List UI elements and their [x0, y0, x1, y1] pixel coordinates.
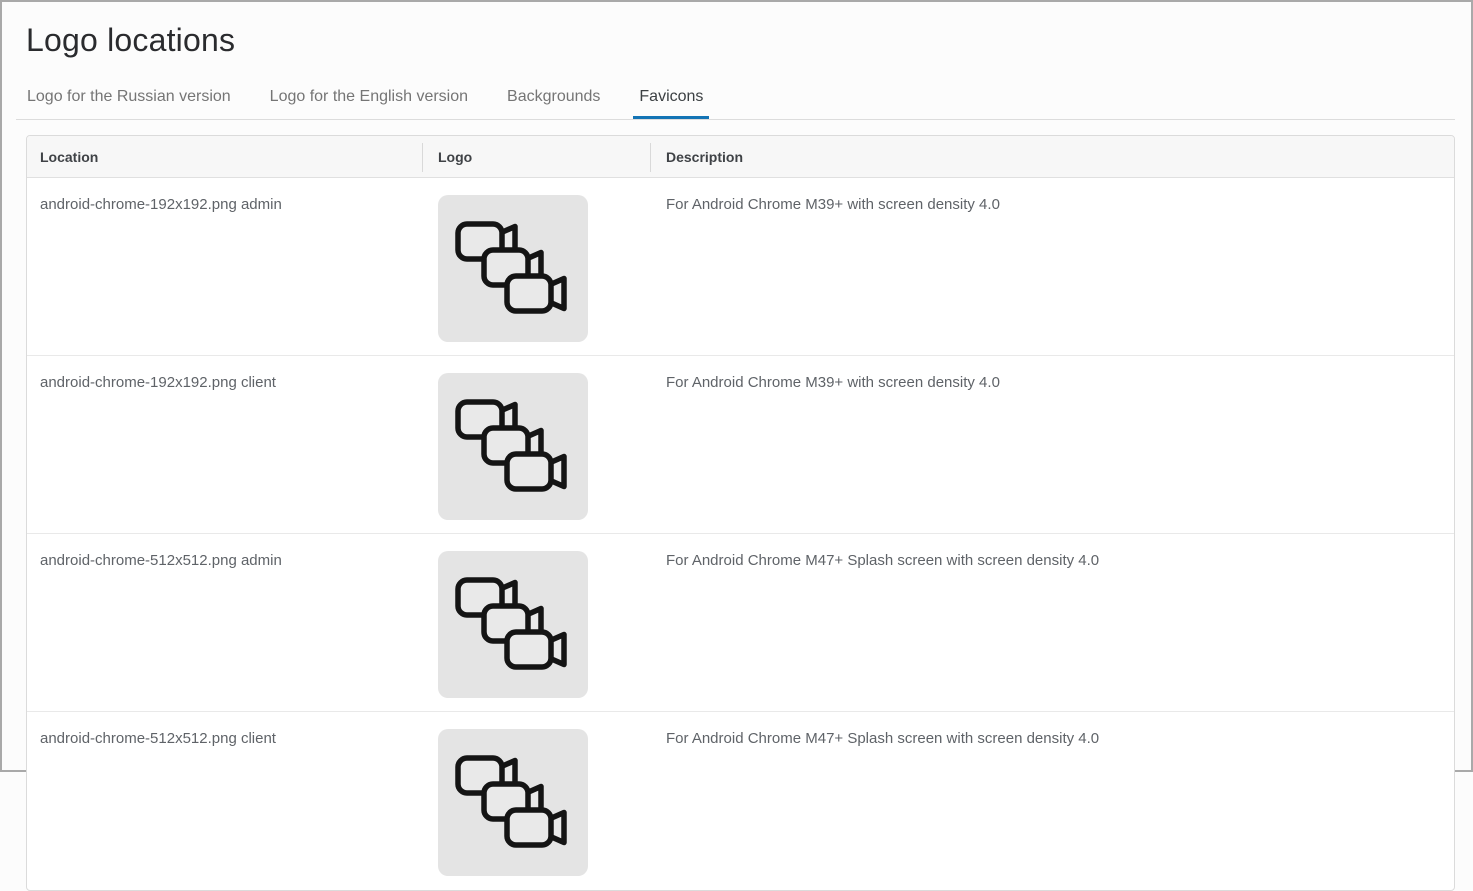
tab-logo-english-version[interactable]: Logo for the English version — [264, 87, 474, 119]
column-header-description: Description — [650, 136, 1454, 177]
tab-favicons[interactable]: Favicons — [633, 87, 709, 119]
column-header-logo: Logo — [422, 136, 650, 177]
favicons-table: Location Logo Description android-chrome… — [26, 135, 1455, 891]
logo-cell — [422, 178, 650, 355]
video-cameras-icon — [455, 221, 571, 317]
logo-cell — [422, 356, 650, 533]
description-cell: For Android Chrome M47+ Splash screen wi… — [650, 534, 1454, 711]
description-cell: For Android Chrome M39+ with screen dens… — [650, 178, 1454, 355]
description-cell: For Android Chrome M39+ with screen dens… — [650, 356, 1454, 533]
table-row: android-chrome-512x512.png client For An… — [27, 712, 1454, 890]
logo-locations-page: { "page": { "title": "Logo locations" },… — [0, 0, 1473, 772]
table-row: android-chrome-512x512.png admin For And… — [27, 534, 1454, 712]
logo-image — [438, 373, 588, 520]
description-cell: For Android Chrome M47+ Splash screen wi… — [650, 712, 1454, 890]
location-cell: android-chrome-512x512.png client — [27, 712, 422, 890]
table-row: android-chrome-192x192.png client For An… — [27, 356, 1454, 534]
tab-backgrounds[interactable]: Backgrounds — [501, 87, 606, 119]
logo-image — [438, 195, 588, 342]
table-header-row: Location Logo Description — [27, 136, 1454, 178]
logo-image — [438, 551, 588, 698]
location-cell: android-chrome-192x192.png admin — [27, 178, 422, 355]
tab-logo-russian-version[interactable]: Logo for the Russian version — [21, 87, 237, 119]
location-cell: android-chrome-512x512.png admin — [27, 534, 422, 711]
video-cameras-icon — [455, 755, 571, 851]
logo-image — [438, 729, 588, 876]
logo-cell — [422, 712, 650, 890]
page-title: Logo locations — [26, 20, 1471, 60]
location-cell: android-chrome-192x192.png client — [27, 356, 422, 533]
tab-bar: Logo for the Russian version Logo for th… — [16, 87, 1455, 120]
video-cameras-icon — [455, 399, 571, 495]
logo-cell — [422, 534, 650, 711]
table-row: android-chrome-192x192.png admin For And… — [27, 178, 1454, 356]
column-header-location: Location — [27, 136, 422, 177]
video-cameras-icon — [455, 577, 571, 673]
